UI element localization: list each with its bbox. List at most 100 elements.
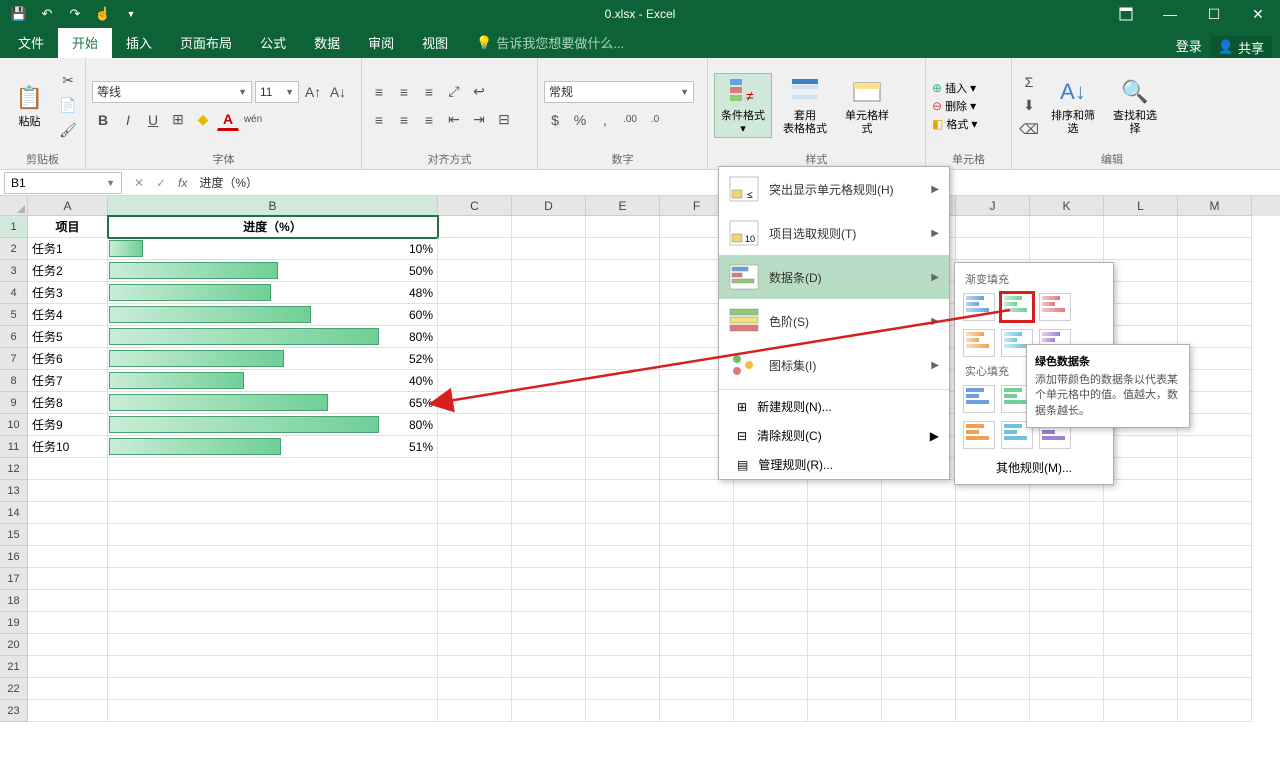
cell-G20[interactable]: [734, 634, 808, 656]
cell-B20[interactable]: [108, 634, 438, 656]
col-header-C[interactable]: C: [438, 196, 512, 216]
redo-icon[interactable]: ↷: [62, 2, 88, 26]
cell-L21[interactable]: [1104, 656, 1178, 678]
cell-A2[interactable]: 任务1: [28, 238, 108, 260]
cell-L17[interactable]: [1104, 568, 1178, 590]
cf-clear-rules[interactable]: ⊟清除规则(C)▶: [719, 421, 949, 450]
cell-L1[interactable]: [1104, 216, 1178, 238]
fx-icon[interactable]: fx: [178, 176, 193, 190]
cell-C18[interactable]: [438, 590, 512, 612]
cell-B19[interactable]: [108, 612, 438, 634]
cell-I14[interactable]: [882, 502, 956, 524]
minimize-icon[interactable]: —: [1148, 0, 1192, 28]
cell-E2[interactable]: [586, 238, 660, 260]
col-header-M[interactable]: M: [1178, 196, 1252, 216]
cell-L23[interactable]: [1104, 700, 1178, 722]
cell-M5[interactable]: [1178, 304, 1252, 326]
cell-H13[interactable]: [808, 480, 882, 502]
cell-L15[interactable]: [1104, 524, 1178, 546]
cell-M18[interactable]: [1178, 590, 1252, 612]
cell-I15[interactable]: [882, 524, 956, 546]
cell-B11[interactable]: 51%: [108, 436, 438, 458]
cell-I16[interactable]: [882, 546, 956, 568]
decrease-font-icon[interactable]: A↓: [327, 81, 349, 103]
cell-J1[interactable]: [956, 216, 1030, 238]
cell-E14[interactable]: [586, 502, 660, 524]
cell-K17[interactable]: [1030, 568, 1104, 590]
align-middle-icon[interactable]: ≡: [393, 81, 415, 103]
cell-A8[interactable]: 任务7: [28, 370, 108, 392]
cell-E16[interactable]: [586, 546, 660, 568]
enter-formula-icon[interactable]: ✓: [152, 176, 170, 190]
cell-C1[interactable]: [438, 216, 512, 238]
cell-G21[interactable]: [734, 656, 808, 678]
cell-M13[interactable]: [1178, 480, 1252, 502]
cell-A7[interactable]: 任务6: [28, 348, 108, 370]
cell-L5[interactable]: [1104, 304, 1178, 326]
row-header[interactable]: 21: [0, 656, 28, 678]
row-header[interactable]: 20: [0, 634, 28, 656]
cell-M22[interactable]: [1178, 678, 1252, 700]
tab-insert[interactable]: 插入: [112, 27, 166, 58]
number-format-dropdown[interactable]: 常规▼: [544, 81, 694, 103]
cell-B16[interactable]: [108, 546, 438, 568]
cell-J16[interactable]: [956, 546, 1030, 568]
cell-C13[interactable]: [438, 480, 512, 502]
format-painter-icon[interactable]: 🖌: [57, 120, 79, 142]
row-header[interactable]: 22: [0, 678, 28, 700]
currency-icon[interactable]: $: [544, 109, 566, 131]
cell-F17[interactable]: [660, 568, 734, 590]
bold-icon[interactable]: B: [92, 109, 114, 131]
cell-E19[interactable]: [586, 612, 660, 634]
cell-A6[interactable]: 任务5: [28, 326, 108, 348]
cell-F14[interactable]: [660, 502, 734, 524]
cell-E20[interactable]: [586, 634, 660, 656]
cell-C12[interactable]: [438, 458, 512, 480]
cell-H14[interactable]: [808, 502, 882, 524]
cell-D20[interactable]: [512, 634, 586, 656]
format-cells-button[interactable]: ◧格式▾: [932, 116, 977, 132]
cell-B13[interactable]: [108, 480, 438, 502]
cell-C8[interactable]: [438, 370, 512, 392]
cell-A9[interactable]: 任务8: [28, 392, 108, 414]
cell-H22[interactable]: [808, 678, 882, 700]
row-header[interactable]: 10: [0, 414, 28, 436]
cf-color-scales[interactable]: 色阶(S)▶: [719, 299, 949, 343]
delete-cells-button[interactable]: ⊖删除▾: [932, 98, 977, 114]
cell-E1[interactable]: [586, 216, 660, 238]
row-header[interactable]: 2: [0, 238, 28, 260]
cell-F13[interactable]: [660, 480, 734, 502]
row-header[interactable]: 23: [0, 700, 28, 722]
cell-M20[interactable]: [1178, 634, 1252, 656]
cell-E12[interactable]: [586, 458, 660, 480]
cell-D11[interactable]: [512, 436, 586, 458]
cell-F20[interactable]: [660, 634, 734, 656]
ribbon-display-options-icon[interactable]: [1104, 0, 1148, 28]
underline-icon[interactable]: U: [142, 109, 164, 131]
cell-F19[interactable]: [660, 612, 734, 634]
cell-B3[interactable]: 50%: [108, 260, 438, 282]
cell-D23[interactable]: [512, 700, 586, 722]
col-header-J[interactable]: J: [956, 196, 1030, 216]
cell-K16[interactable]: [1030, 546, 1104, 568]
save-icon[interactable]: 💾: [6, 2, 32, 26]
tab-view[interactable]: 视图: [408, 27, 462, 58]
cell-A16[interactable]: [28, 546, 108, 568]
cell-A5[interactable]: 任务4: [28, 304, 108, 326]
cell-styles-button[interactable]: 单元格样式: [838, 74, 896, 136]
cell-D21[interactable]: [512, 656, 586, 678]
row-header[interactable]: 13: [0, 480, 28, 502]
cell-G14[interactable]: [734, 502, 808, 524]
cell-C9[interactable]: [438, 392, 512, 414]
cell-C16[interactable]: [438, 546, 512, 568]
cell-D17[interactable]: [512, 568, 586, 590]
cf-manage-rules[interactable]: ▤管理规则(R)...: [719, 450, 949, 479]
cell-E4[interactable]: [586, 282, 660, 304]
format-as-table-button[interactable]: 套用 表格格式: [776, 74, 834, 136]
cell-B23[interactable]: [108, 700, 438, 722]
cell-J15[interactable]: [956, 524, 1030, 546]
cell-D16[interactable]: [512, 546, 586, 568]
cell-C22[interactable]: [438, 678, 512, 700]
cell-B6[interactable]: 80%: [108, 326, 438, 348]
cell-L12[interactable]: [1104, 458, 1178, 480]
